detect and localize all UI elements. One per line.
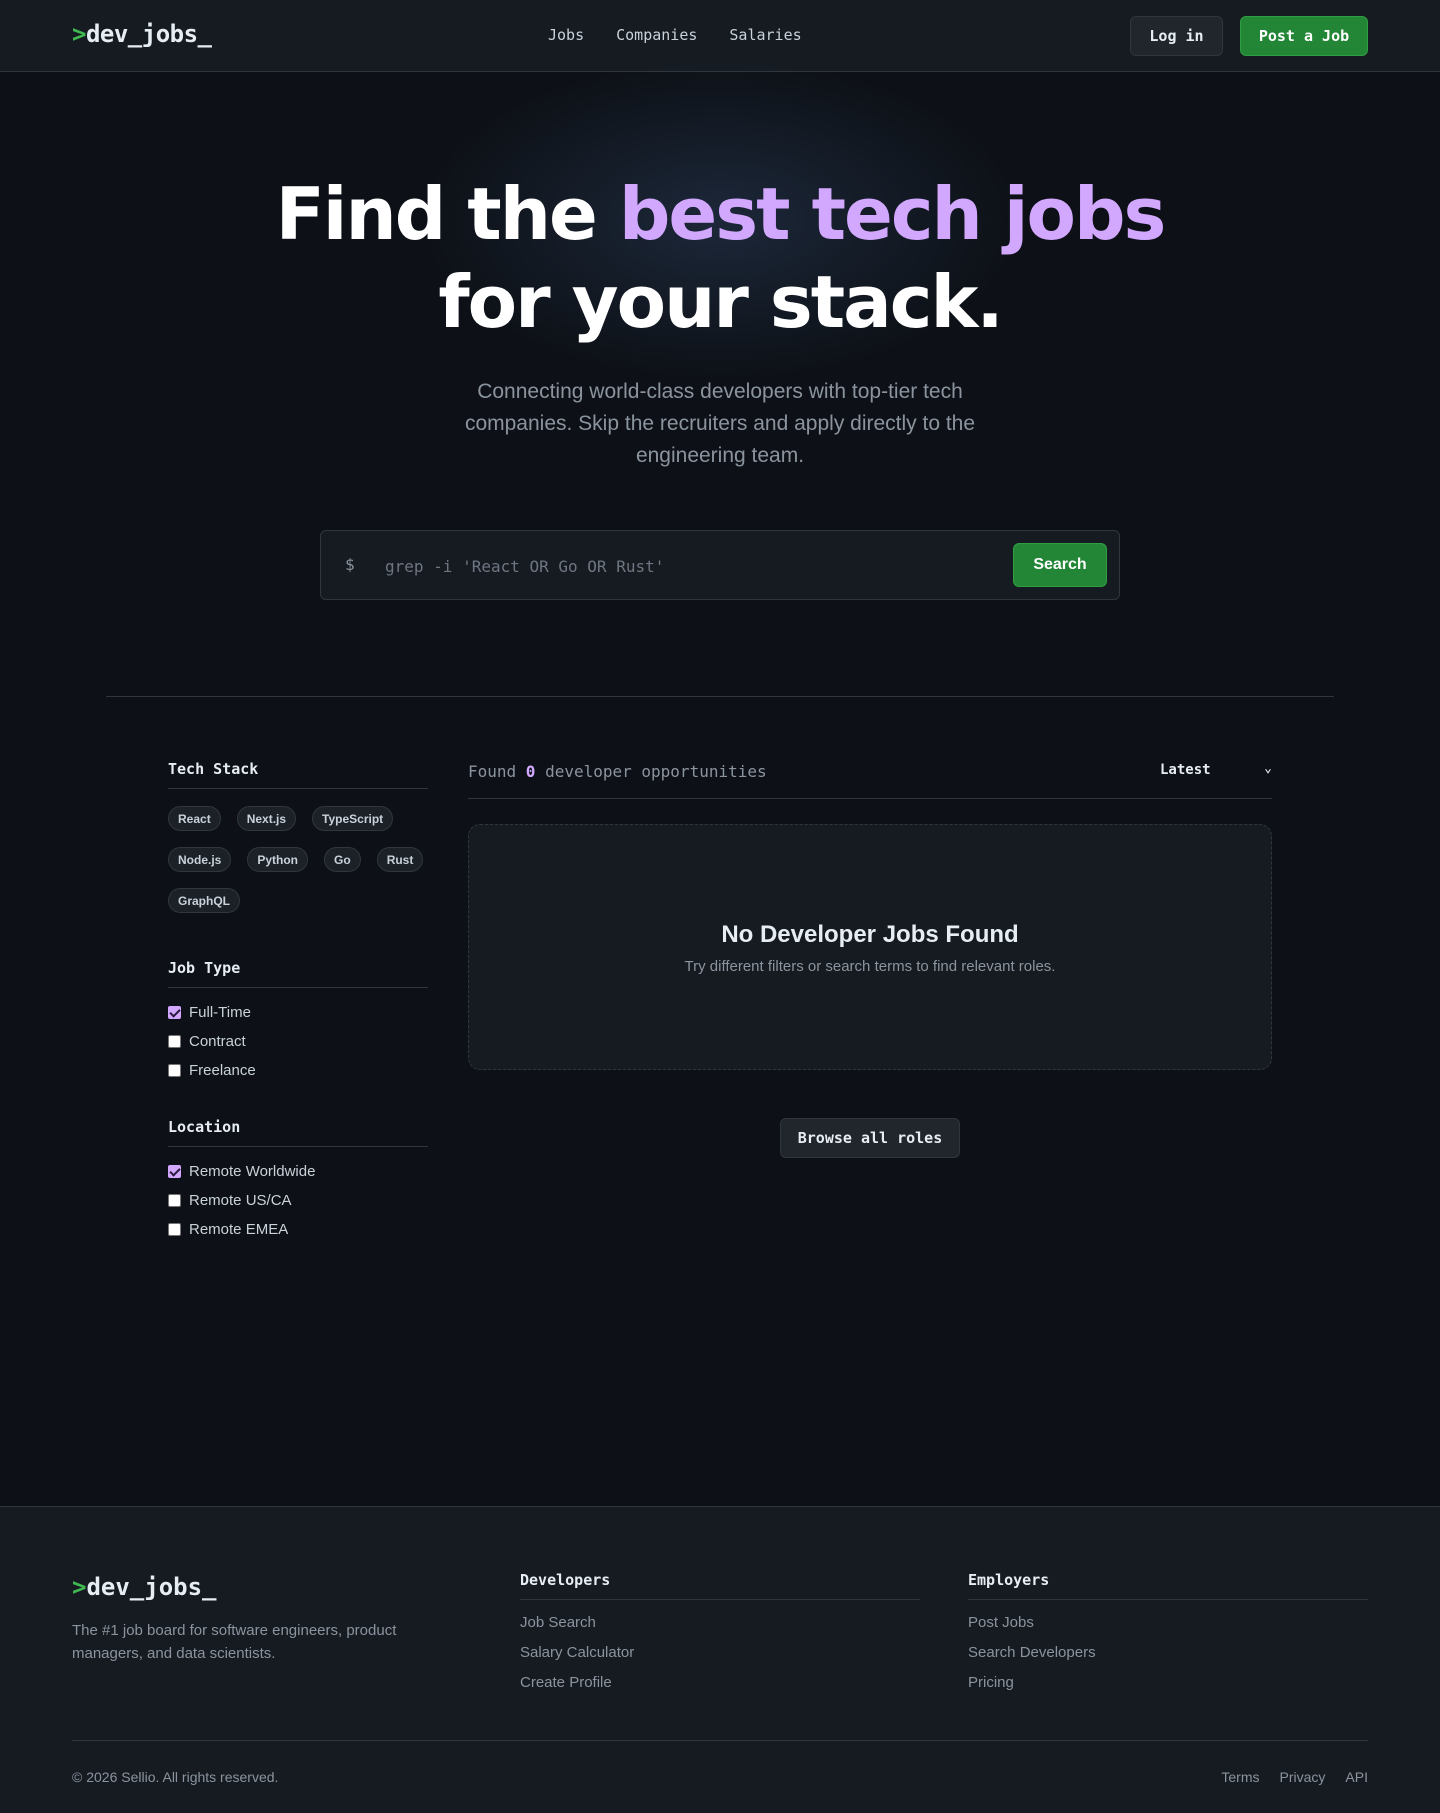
copyright: © 2026 Sellio. All rights reserved.	[72, 1769, 279, 1785]
job-type-list: Full-Time Contract Freelance	[168, 998, 428, 1085]
footer-logo-prompt: >	[72, 1573, 87, 1601]
tag-nextjs[interactable]: Next.js	[236, 806, 297, 831]
hero-title-part2: for your stack.	[438, 260, 1003, 344]
search-input[interactable]	[385, 547, 985, 585]
footer-description: The #1 job board for software engineers,…	[72, 1622, 397, 1662]
footer-logo[interactable]: >dev_jobs_	[72, 1573, 217, 1601]
location-heading: Location	[168, 1118, 428, 1147]
checkbox[interactable]	[168, 1223, 181, 1236]
location-remote-emea[interactable]: Remote EMEA	[168, 1215, 428, 1244]
job-type-label: Full-Time	[189, 1004, 251, 1021]
tech-stack-heading: Tech Stack	[168, 760, 428, 789]
job-type-contract[interactable]: Contract	[168, 1027, 428, 1056]
main-nav: Jobs Companies Salaries	[548, 26, 802, 44]
search-button[interactable]: Search	[1013, 543, 1107, 587]
empty-state: No Developer Jobs Found Try different fi…	[468, 824, 1272, 1070]
empty-state-title: No Developer Jobs Found	[721, 921, 1019, 948]
tech-stack-tags: React Next.js TypeScript Node.js Python …	[168, 806, 438, 913]
tag-typescript[interactable]: TypeScript	[312, 806, 394, 831]
footer-link-job-search[interactable]: Job Search	[520, 1614, 920, 1644]
post-job-button[interactable]: Post a Job	[1240, 16, 1368, 56]
job-type-label: Freelance	[189, 1062, 256, 1079]
location-label: Remote Worldwide	[189, 1163, 316, 1180]
results-count-suffix: developer opportunities	[535, 762, 767, 781]
hero-title: Find the best tech jobs for your stack.	[0, 170, 1440, 346]
chevron-down-icon: ⌄	[1264, 761, 1272, 776]
footer-employers-column: Employers Post Jobs Search Developers Pr…	[968, 1571, 1368, 1704]
job-type-freelance[interactable]: Freelance	[168, 1056, 428, 1085]
footer-employers-heading: Employers	[968, 1571, 1368, 1600]
tag-rust[interactable]: Rust	[376, 847, 424, 872]
footer-link-pricing[interactable]: Pricing	[968, 1674, 1368, 1704]
checkbox-checked[interactable]	[168, 1165, 181, 1178]
footer-developers-heading: Developers	[520, 1571, 920, 1600]
checkbox[interactable]	[168, 1064, 181, 1077]
hero-title-accent: best tech jobs	[618, 172, 1167, 256]
footer-link-search-developers[interactable]: Search Developers	[968, 1644, 1368, 1674]
job-type-full-time[interactable]: Full-Time	[168, 998, 428, 1027]
location-list: Remote Worldwide Remote US/CA Remote EME…	[168, 1157, 428, 1244]
logo-text: dev_jobs_	[85, 20, 212, 48]
tag-go[interactable]: Go	[324, 847, 361, 872]
terminal-prompt-icon: $	[345, 555, 355, 574]
nav-companies[interactable]: Companies	[616, 26, 697, 44]
search-bar: $ Search	[320, 530, 1120, 600]
tag-nodejs[interactable]: Node.js	[168, 847, 232, 872]
location-label: Remote EMEA	[189, 1221, 289, 1238]
job-type-heading: Job Type	[168, 959, 428, 988]
logo-prompt: >	[72, 20, 86, 48]
results-count: Found 0 developer opportunities	[468, 762, 767, 781]
checkbox[interactable]	[168, 1194, 181, 1207]
footer-link-salary-calculator[interactable]: Salary Calculator	[520, 1644, 920, 1674]
empty-state-subtitle: Try different filters or search terms to…	[684, 958, 1056, 975]
legal-links: Terms Privacy API	[1221, 1769, 1368, 1785]
results-count-prefix: Found	[468, 762, 526, 781]
checkbox[interactable]	[168, 1035, 181, 1048]
nav-salaries[interactable]: Salaries	[729, 26, 801, 44]
site-footer: >dev_jobs_ The #1 job board for software…	[0, 1506, 1440, 1813]
sort-select[interactable]: Latest ⌄	[1160, 761, 1272, 778]
logo[interactable]: >dev_jobs_	[72, 20, 212, 48]
footer-developers-column: Developers Job Search Salary Calculator …	[520, 1571, 920, 1704]
footer-divider	[72, 1740, 1368, 1741]
tag-react[interactable]: React	[168, 806, 221, 831]
location-remote-us-ca[interactable]: Remote US/CA	[168, 1186, 428, 1215]
sort-value: Latest	[1160, 762, 1211, 778]
section-divider	[106, 696, 1334, 697]
results-count-number: 0	[525, 762, 536, 781]
footer-link-privacy[interactable]: Privacy	[1280, 1769, 1326, 1785]
checkbox-checked[interactable]	[168, 1006, 181, 1019]
results-header: Found 0 developer opportunities Latest ⌄	[468, 756, 1272, 799]
tag-graphql[interactable]: GraphQL	[168, 888, 241, 913]
footer-logo-text: dev_jobs_	[86, 1573, 217, 1601]
tag-python[interactable]: Python	[247, 847, 309, 872]
hero-title-part1: Find the	[275, 172, 619, 256]
location-label: Remote US/CA	[189, 1192, 292, 1209]
browse-all-roles-button[interactable]: Browse all roles	[780, 1118, 960, 1158]
nav-jobs[interactable]: Jobs	[548, 26, 584, 44]
footer-link-terms[interactable]: Terms	[1221, 1769, 1259, 1785]
hero-subtitle: Connecting world-class developers with t…	[464, 380, 976, 467]
location-remote-worldwide[interactable]: Remote Worldwide	[168, 1157, 428, 1186]
footer-link-create-profile[interactable]: Create Profile	[520, 1674, 920, 1704]
footer-link-api[interactable]: API	[1345, 1769, 1368, 1785]
footer-link-post-jobs[interactable]: Post Jobs	[968, 1614, 1368, 1644]
job-type-label: Contract	[189, 1033, 246, 1050]
login-button[interactable]: Log in	[1130, 16, 1223, 56]
